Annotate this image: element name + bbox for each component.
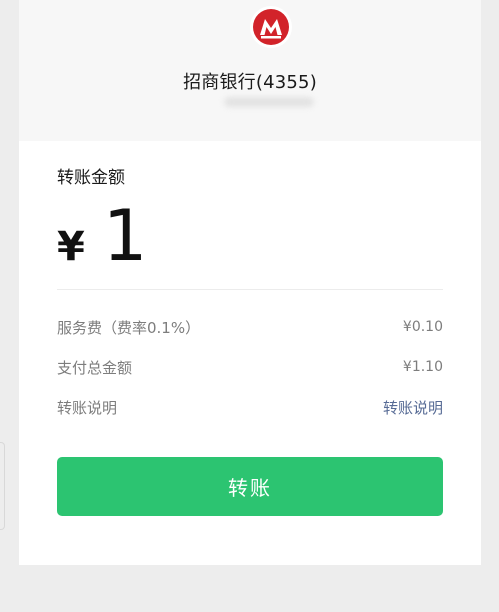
transfer-card: 转账金额 ¥ 1 服务费（费率0.1%） ¥0.10 支付总金额 ¥1.10 转… [19,141,481,565]
amount-label: 转账金额 [57,168,125,188]
bank-logo-icon [250,6,292,48]
side-handle [0,442,5,530]
note-label: 转账说明 [57,398,118,417]
amount-display[interactable]: ¥ 1 [57,201,147,271]
total-value: ¥1.10 [402,359,443,375]
masked-account-name [224,97,314,107]
transfer-button[interactable]: 转账 [57,457,443,516]
fee-label: 服务费（费率0.1%） [57,318,201,337]
note-link[interactable]: 转账说明 [383,397,443,418]
amount-value[interactable]: 1 [103,201,148,271]
fee-row: 服务费（费率0.1%） ¥0.10 [57,316,443,338]
note-row: 转账说明 转账说明 [57,396,443,418]
bank-name: 招商银行(4355) [183,72,317,93]
currency-symbol: ¥ [57,224,85,270]
total-row: 支付总金额 ¥1.10 [57,356,443,378]
fee-value: ¥0.10 [402,319,443,335]
divider [57,289,443,290]
total-label: 支付总金额 [57,358,133,377]
bank-header: 招商银行(4355) [19,0,481,141]
